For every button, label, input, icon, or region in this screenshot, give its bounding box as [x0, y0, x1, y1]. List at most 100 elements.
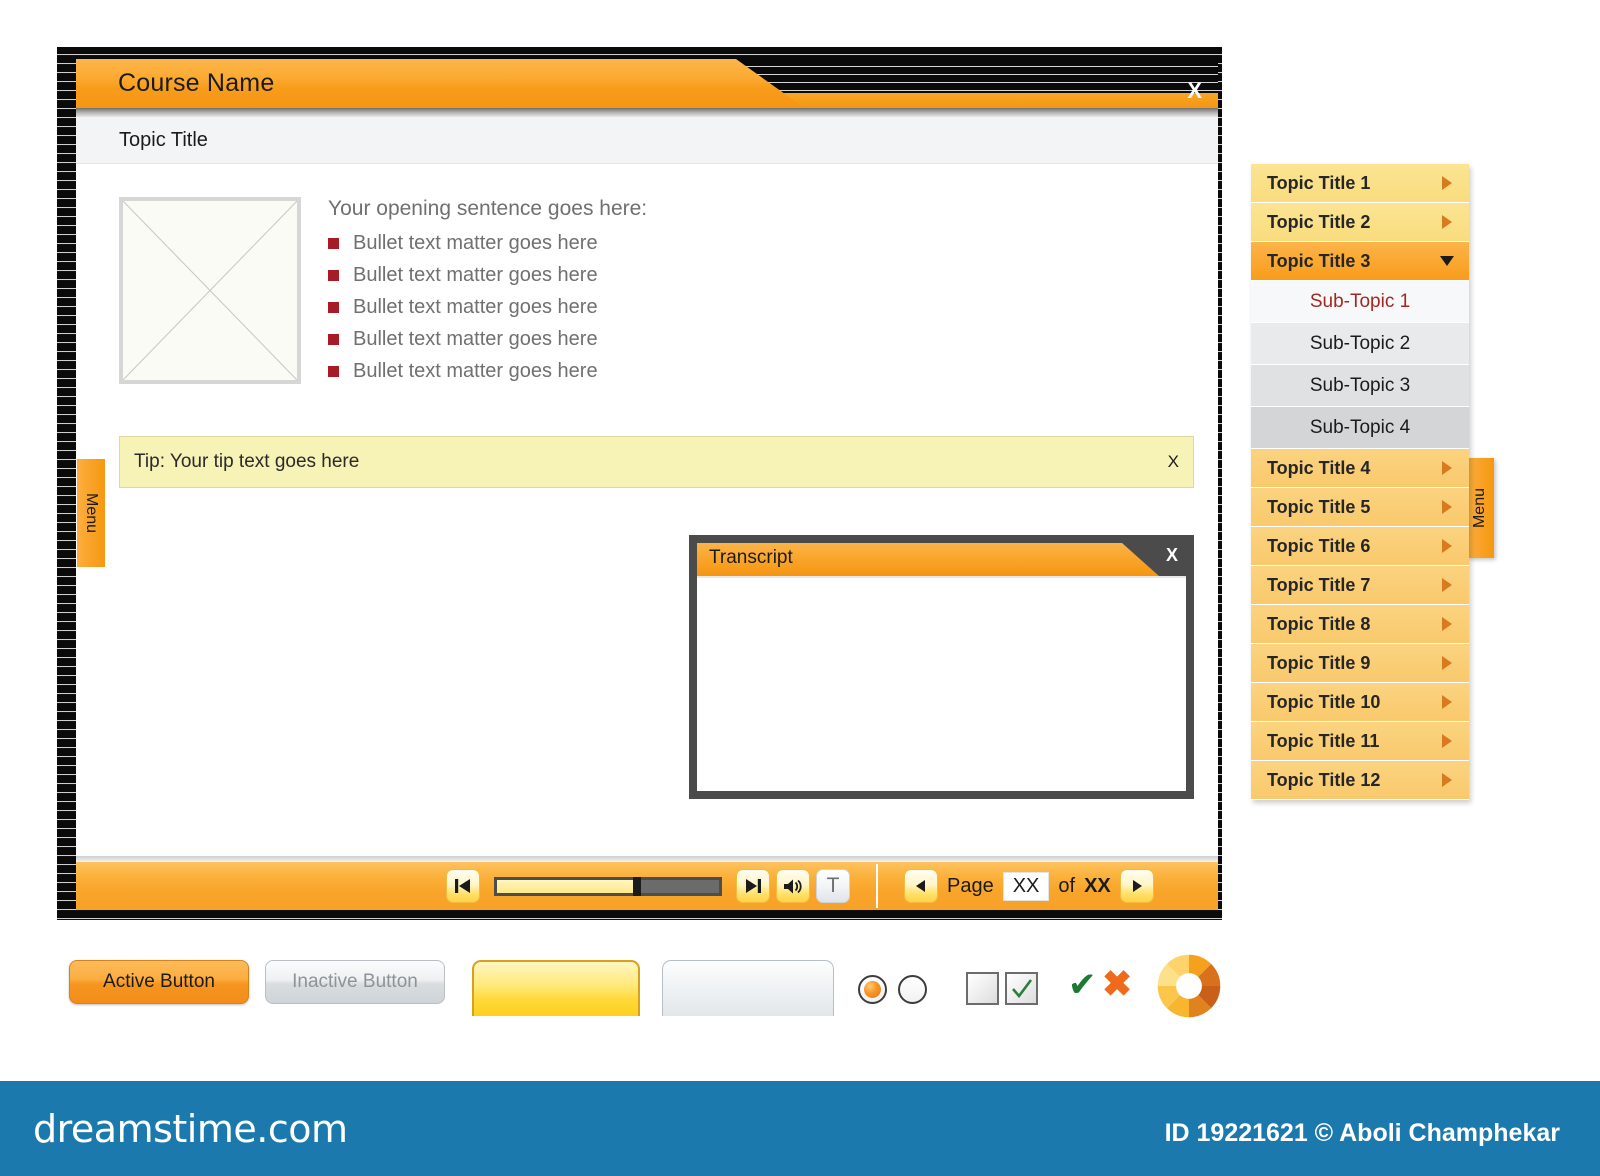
chevron-right-icon [1442, 500, 1452, 514]
chevron-right-icon [1442, 695, 1452, 709]
chevron-right-icon [1442, 215, 1452, 229]
page-total: XX [1084, 875, 1111, 898]
sidebar-subitem-subtopic-3[interactable]: Sub-Topic 3 [1251, 365, 1469, 407]
transcript-body[interactable] [697, 576, 1186, 791]
triangle-right-icon [1129, 878, 1145, 894]
page-navigation-group: Page XX of XX [904, 869, 1154, 903]
chevron-right-icon [1442, 578, 1452, 592]
text-t-icon: T [827, 874, 840, 898]
window-close-button[interactable]: X [1187, 78, 1202, 104]
sidebar-item-label: Topic Title 3 [1267, 251, 1370, 272]
chevron-right-icon [1442, 773, 1452, 787]
sidebar-item-topic-8[interactable]: Topic Title 8 [1251, 605, 1469, 644]
transcript-toggle-button[interactable]: T [816, 869, 850, 903]
checkmark-icon [1011, 979, 1033, 999]
list-item: Bullet text matter goes here [328, 360, 647, 383]
progress-fill [497, 880, 637, 893]
sidebar-item-topic-11[interactable]: Topic Title 11 [1251, 722, 1469, 761]
skip-back-button[interactable] [446, 869, 480, 903]
next-page-button[interactable] [1120, 869, 1154, 903]
playback-buttons-group: T Page XX of XX [446, 864, 1154, 908]
titlebar-shadow [76, 108, 1218, 117]
opening-sentence: Your opening sentence goes here: [328, 197, 647, 221]
sidebar-item-label: Topic Title 6 [1267, 536, 1370, 557]
sidebar-item-topic-12[interactable]: Topic Title 12 [1251, 761, 1469, 800]
transcript-header: Transcript X [697, 543, 1186, 576]
sidebar-item-topic-4[interactable]: Topic Title 4 [1251, 449, 1469, 488]
progress-handle[interactable] [633, 877, 641, 896]
image-credit: ID 19221621 © Aboli Champhekar [1165, 1119, 1560, 1148]
sidebar-item-topic-3[interactable]: Topic Title 3 [1251, 242, 1469, 281]
bullet-text: Bullet text matter goes here [353, 264, 598, 287]
radio-selected[interactable] [858, 975, 887, 1004]
bullet-square-icon [328, 366, 339, 377]
prev-page-button[interactable] [904, 869, 938, 903]
page-number-field[interactable]: XX [1003, 872, 1050, 901]
bullet-text: Bullet text matter goes here [353, 296, 598, 319]
sidebar-item-topic-7[interactable]: Topic Title 7 [1251, 566, 1469, 605]
bullet-text: Bullet text matter goes here [353, 232, 598, 255]
cross-mark-icon[interactable]: ✖ [1102, 966, 1132, 1002]
chevron-right-icon [1442, 461, 1452, 475]
menu-tab-left[interactable]: Menu [77, 459, 105, 567]
blank-gray-button[interactable] [662, 960, 834, 1016]
menu-tab-right[interactable]: Menu [1467, 458, 1494, 558]
sidebar-item-label: Topic Title 11 [1267, 731, 1379, 752]
chevron-right-icon [1442, 656, 1452, 670]
sidebar-item-label: Topic Title 2 [1267, 212, 1370, 233]
inactive-button[interactable]: Inactive Button [265, 960, 445, 1004]
widget-showcase-row: Active Button Inactive Button [0, 930, 1600, 1018]
tip-close-button[interactable]: X [1168, 452, 1179, 472]
tip-bar: Tip: Your tip text goes here X [119, 436, 1194, 488]
transcript-title: Transcript [709, 547, 793, 569]
player-titlebar: Course Name X [76, 59, 1218, 117]
bullet-square-icon [328, 270, 339, 281]
skip-forward-button[interactable] [736, 869, 770, 903]
menu-tab-right-label: Menu [1472, 488, 1490, 528]
chevron-right-icon [1442, 617, 1452, 631]
sidebar-item-topic-5[interactable]: Topic Title 5 [1251, 488, 1469, 527]
player-inner: Course Name X Topic Title Your opening s… [76, 59, 1218, 910]
active-button[interactable]: Active Button [69, 960, 249, 1004]
placeholder-cross-icon [123, 201, 297, 380]
skip-back-icon [454, 878, 472, 894]
sidebar-item-label: Topic Title 10 [1267, 692, 1380, 713]
sidebar-subitem-subtopic-1[interactable]: Sub-Topic 1 [1251, 281, 1469, 323]
bullet-square-icon [328, 238, 339, 249]
sidebar-item-label: Topic Title 9 [1267, 653, 1370, 674]
sidebar-item-label: Topic Title 1 [1267, 173, 1370, 194]
sidebar-item-label: Topic Title 8 [1267, 614, 1370, 635]
stock-footer: dreamstime.com ID 19221621 © Aboli Champ… [0, 1081, 1600, 1176]
sidebar-subitem-subtopic-4[interactable]: Sub-Topic 4 [1251, 407, 1469, 449]
sidebar-subitem-subtopic-2[interactable]: Sub-Topic 2 [1251, 323, 1469, 365]
sidebar-item-topic-2[interactable]: Topic Title 2 [1251, 203, 1469, 242]
sidebar-item-topic-6[interactable]: Topic Title 6 [1251, 527, 1469, 566]
triangle-left-icon [913, 878, 929, 894]
playback-control-bar: T Page XX of XX [76, 856, 1218, 910]
volume-button[interactable] [776, 869, 810, 903]
sidebar-item-label: Topic Title 7 [1267, 575, 1370, 596]
sidebar-item-topic-1[interactable]: Topic Title 1 [1251, 164, 1469, 203]
sidebar-item-topic-10[interactable]: Topic Title 10 [1251, 683, 1469, 722]
image-placeholder [119, 197, 301, 384]
transcript-close-button[interactable]: X [1166, 545, 1178, 566]
topic-title: Topic Title [119, 129, 208, 152]
radio-unselected[interactable] [898, 975, 927, 1004]
chevron-right-icon [1442, 176, 1452, 190]
progress-slider[interactable] [494, 877, 722, 896]
skip-forward-icon [744, 878, 762, 894]
content-area: Your opening sentence goes here: Bullet … [76, 164, 1218, 856]
bullet-square-icon [328, 302, 339, 313]
check-mark-icon[interactable]: ✔ [1068, 968, 1097, 1002]
bullet-text: Bullet text matter goes here [353, 360, 598, 383]
list-item: Bullet text matter goes here [328, 328, 647, 351]
transcript-panel: Transcript X [689, 535, 1194, 799]
sidebar-item-topic-9[interactable]: Topic Title 9 [1251, 644, 1469, 683]
chevron-down-icon [1440, 256, 1454, 266]
menu-tab-left-label: Menu [82, 493, 100, 533]
blank-yellow-button[interactable] [472, 960, 640, 1016]
content-row: Your opening sentence goes here: Bullet … [76, 164, 1218, 392]
chevron-right-icon [1442, 734, 1452, 748]
checkbox-unchecked[interactable] [966, 972, 999, 1005]
checkbox-checked[interactable] [1005, 972, 1038, 1005]
